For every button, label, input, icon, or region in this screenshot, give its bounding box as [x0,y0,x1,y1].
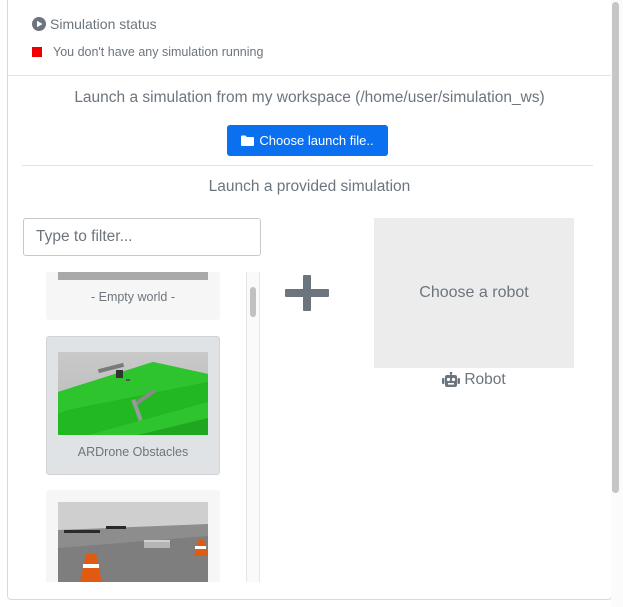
world-card-empty-world[interactable]: - Empty world - [46,272,220,320]
choose-launch-file-button[interactable]: Choose launch file.. [227,125,388,156]
status-title: Simulation status [50,16,157,32]
workspace-heading: Launch a simulation from my workspace (/… [74,89,545,106]
robot-caption: Robot [374,371,574,389]
provided-heading: Launch a provided simulation [208,178,411,195]
page-scrollbar-thumb[interactable] [612,2,619,493]
status-line: You don't have any simulation running [32,45,263,59]
robot-caption-label: Robot [464,371,506,388]
world-card-ardrone-obstacles[interactable]: ARDrone Obstacles [46,336,220,475]
world-label: - Empty world - [90,290,176,304]
world-card-cones[interactable] [46,490,220,582]
play-circle-icon [32,17,46,31]
plus-icon [285,275,329,311]
filter-input[interactable] [23,218,261,256]
status-header: Simulation status [32,15,157,33]
folder-icon [241,135,255,146]
world-thumbnail [58,352,208,435]
world-thumbnail [58,502,208,582]
choose-robot-box[interactable]: Choose a robot [374,218,574,368]
divider [8,75,611,76]
divider [22,165,593,166]
robot-icon [442,372,461,387]
world-list: - Empty world - ARDrone Obstacles [23,272,261,582]
page-scrollbar[interactable] [611,0,623,607]
world-list-scrollbar[interactable] [246,272,260,582]
choose-robot-label: Choose a robot [419,284,529,301]
world-label: ARDrone Obstacles [77,445,189,459]
choose-launch-file-label: Choose launch file.. [259,133,374,148]
status-indicator [32,47,42,57]
scrollbar-thumb[interactable] [250,287,256,317]
world-thumbnail [58,272,208,280]
simulation-panel: Simulation status You don't have any sim… [7,0,612,600]
status-message: You don't have any simulation running [53,45,264,59]
